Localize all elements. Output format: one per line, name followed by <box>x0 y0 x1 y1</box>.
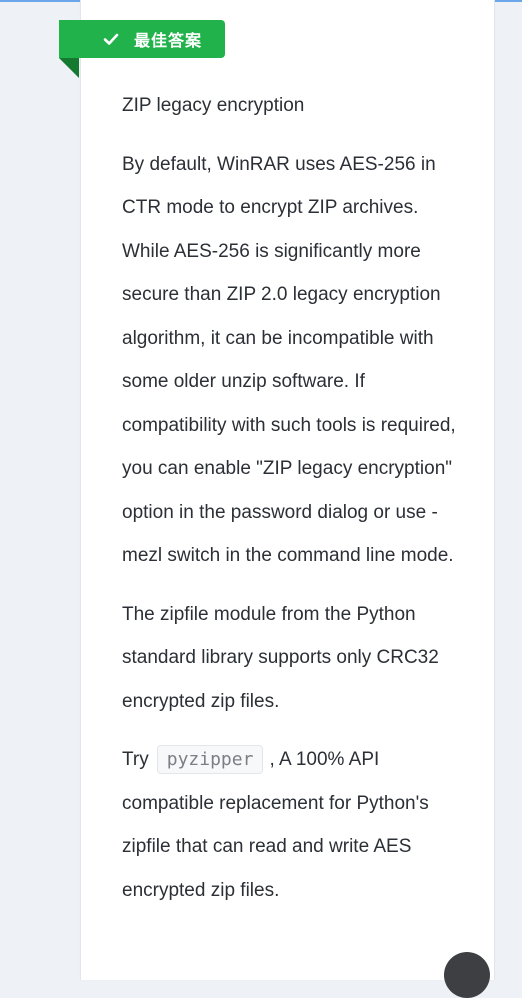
answer-content: ZIP legacy encryption By default, WinRAR… <box>122 84 467 927</box>
checkmark-icon <box>103 33 119 45</box>
best-answer-badge: 最佳答案 <box>59 20 225 58</box>
paragraph-prefix: Try <box>122 749 149 770</box>
answer-paragraph: Try pyzipper, A 100% API compatible repla… <box>122 738 467 912</box>
best-answer-label: 最佳答案 <box>134 31 203 50</box>
answer-paragraph: By default, WinRAR uses AES-256 in CTR m… <box>122 153 456 567</box>
inline-code-pyzipper: pyzipper <box>156 745 264 774</box>
floating-action-button[interactable] <box>444 952 490 998</box>
badge-ribbon-fold <box>59 58 79 78</box>
answer-title: ZIP legacy encryption <box>122 95 305 116</box>
answer-paragraph: The zipfile module from the Python stand… <box>122 603 439 712</box>
